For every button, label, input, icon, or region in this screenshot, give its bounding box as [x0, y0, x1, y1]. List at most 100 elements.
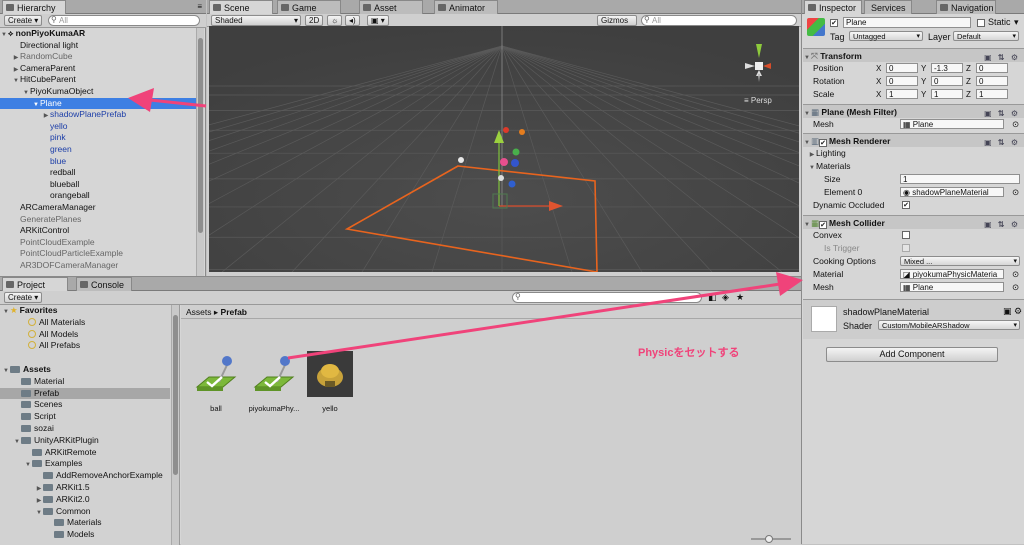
hierarchy-item[interactable]: AR3DOFCameraManager [0, 260, 198, 272]
active-checkbox[interactable] [830, 19, 838, 27]
hierarchy-create-button[interactable]: Create ▾ [4, 15, 43, 26]
favorite-star-icon[interactable]: ★ [736, 292, 744, 303]
transform-x-field[interactable]: 1 [886, 89, 918, 99]
hierarchy-item[interactable]: ARCameraManager [0, 202, 198, 214]
scene-canvas[interactable]: ≡ Persp [209, 26, 799, 272]
hierarchy-item[interactable]: blueball [0, 179, 198, 191]
favorites-item[interactable]: All Materials [28, 317, 85, 329]
transform-header[interactable]: ▼⤧ Transform ▣ ⇅ ⚙ [803, 48, 1024, 62]
shading-mode-dropdown[interactable]: Shaded ▾ [211, 15, 301, 26]
project-folder-item[interactable]: Prefab [0, 387, 170, 400]
tab-services[interactable]: Services [864, 0, 912, 14]
tag-dropdown[interactable]: Untagged [849, 31, 923, 41]
hierarchy-item[interactable]: orangeball [0, 190, 198, 202]
project-folder-item[interactable]: ▼ UnityARKitPlugin [0, 435, 170, 447]
gizmos-dropdown[interactable]: Gizmos ▾ [597, 15, 637, 35]
project-folder-item[interactable]: Script [0, 411, 170, 423]
tab-navigation[interactable]: Navigation [936, 0, 996, 14]
light-object[interactable] [498, 175, 504, 181]
project-folder-item[interactable]: ▼ Common [0, 506, 170, 518]
hierarchy-item[interactable]: Directional light [0, 40, 198, 52]
project-tree-scroll-thumb[interactable] [173, 315, 178, 475]
project-tree-scrollbar[interactable] [171, 305, 179, 545]
chevron-down-icon[interactable]: ▾ [1014, 17, 1019, 28]
scene-search-input[interactable]: All [641, 15, 797, 26]
transform-y-field[interactable]: -1.3 [931, 63, 963, 73]
dynamic-occluded-checkbox[interactable] [902, 201, 910, 209]
material-element-field[interactable]: ◉ shadowPlaneMaterial [900, 187, 1004, 197]
object-picker-icon[interactable]: ⊙ [1012, 186, 1019, 199]
transform-y-field[interactable]: 0 [931, 76, 963, 86]
project-folder-item[interactable]: sozai [0, 423, 170, 435]
favorites-header[interactable]: ▼★ Favorites [2, 305, 57, 317]
orangeball-object[interactable] [519, 129, 525, 135]
breadcrumb-assets[interactable]: Assets [186, 307, 212, 317]
convex-checkbox[interactable] [902, 231, 910, 239]
breadcrumb-prefab[interactable]: Prefab [221, 307, 247, 317]
favorites-item[interactable]: All Prefabs [28, 340, 80, 352]
tab-project[interactable]: Project [2, 277, 68, 291]
asset-label-yello[interactable]: yello [300, 404, 360, 413]
transform-y-field[interactable]: 1 [931, 89, 963, 99]
project-folder-item[interactable]: ▼ Examples [0, 458, 170, 470]
tab-game[interactable]: Game [277, 0, 341, 14]
hierarchy-item[interactable]: PointCloudExample [0, 237, 198, 249]
mesh-filter-mesh-field[interactable]: ▦ Plane [900, 119, 1004, 129]
redball-object[interactable] [503, 127, 509, 133]
transform-z-field[interactable]: 1 [976, 89, 1008, 99]
scene-viewport[interactable]: ≡ Persp [209, 26, 799, 272]
layer-dropdown[interactable]: Default [953, 31, 1019, 41]
thumbnail-size-slider[interactable] [751, 535, 791, 543]
materials-row[interactable]: ▼Materials [808, 160, 1024, 173]
tab-animator[interactable]: Animator [434, 0, 498, 14]
hierarchy-item[interactable]: yello [0, 121, 198, 133]
slider-knob[interactable] [765, 535, 773, 543]
add-component-button[interactable]: Add Component [826, 347, 998, 362]
hierarchy-item[interactable]: ▼Plane [0, 97, 198, 110]
hierarchy-item[interactable]: ▶ CameraParent [0, 63, 198, 75]
object-picker-icon[interactable]: ⊙ [1012, 268, 1019, 281]
panel-menu-icon[interactable]: ≡ [197, 2, 202, 11]
projection-label[interactable]: ≡ Persp [744, 96, 772, 105]
object-picker-icon[interactable]: ⊙ [1012, 281, 1019, 294]
hierarchy-item[interactable]: green [0, 144, 198, 156]
ball-prefab-thumbnail[interactable] [193, 351, 239, 397]
mesh-collider-header[interactable]: ▼▦Mesh Collider ▣ ⇅ ⚙ [803, 215, 1024, 229]
materials-size-field[interactable]: 1 [900, 174, 1020, 184]
project-folder-item[interactable]: ▶ ARKit1.5 [0, 482, 170, 494]
blue-object[interactable] [508, 180, 516, 188]
scene-root[interactable]: ▼⟡ nonPiyoKumaAR [0, 28, 198, 40]
hierarchy-item[interactable]: GeneratePlanes [0, 214, 198, 226]
hierarchy-item[interactable]: blue [0, 156, 198, 168]
hierarchy-item[interactable]: ARKitControl [0, 225, 198, 237]
pink-object[interactable] [500, 158, 508, 166]
project-folder-item[interactable]: Models [0, 529, 170, 541]
project-search-input[interactable] [512, 292, 702, 303]
static-checkbox[interactable] [977, 19, 985, 27]
mesh-renderer-enabled-checkbox[interactable] [819, 139, 828, 147]
project-folder-item[interactable]: Scenes [0, 399, 170, 411]
transform-z-field[interactable]: 0 [976, 63, 1008, 73]
project-create-button[interactable]: Create ▾ [4, 292, 43, 303]
hierarchy-search-input[interactable]: All [48, 15, 200, 26]
tab-scene[interactable]: Scene [209, 0, 273, 14]
tab-inspector[interactable]: Inspector [804, 0, 862, 14]
material-gear-icon[interactable]: ▣ ⚙ [1003, 306, 1022, 317]
asset-label-physic[interactable]: piyokumaPhy... [244, 404, 304, 413]
audio-toggle[interactable]: ◂) [345, 15, 360, 26]
effects-dropdown[interactable]: ▣ ▾ [367, 15, 389, 26]
object-name-input[interactable]: Plane [843, 17, 971, 28]
hierarchy-scrollbar[interactable] [196, 28, 204, 276]
hierarchy-item[interactable]: ▼HitCubeParent [0, 74, 198, 86]
collider-material-field[interactable]: ◪ piyokumaPhysicMateria [900, 269, 1004, 279]
hierarchy-scroll-thumb[interactable] [198, 38, 203, 233]
shader-dropdown[interactable]: Custom/MobileARShadow [878, 320, 1020, 330]
project-folder-item[interactable]: ▶ ARKit2.0 [0, 494, 170, 506]
project-folder-item[interactable]: Material [0, 376, 170, 388]
tab-console[interactable]: Console [76, 277, 132, 291]
filter-type-icon[interactable]: ◧ [708, 292, 717, 303]
hierarchy-item[interactable]: redball [0, 167, 198, 179]
yello-prefab-thumbnail[interactable] [307, 351, 353, 397]
asset-label-ball[interactable]: ball [186, 404, 246, 413]
green-object[interactable] [512, 148, 520, 156]
